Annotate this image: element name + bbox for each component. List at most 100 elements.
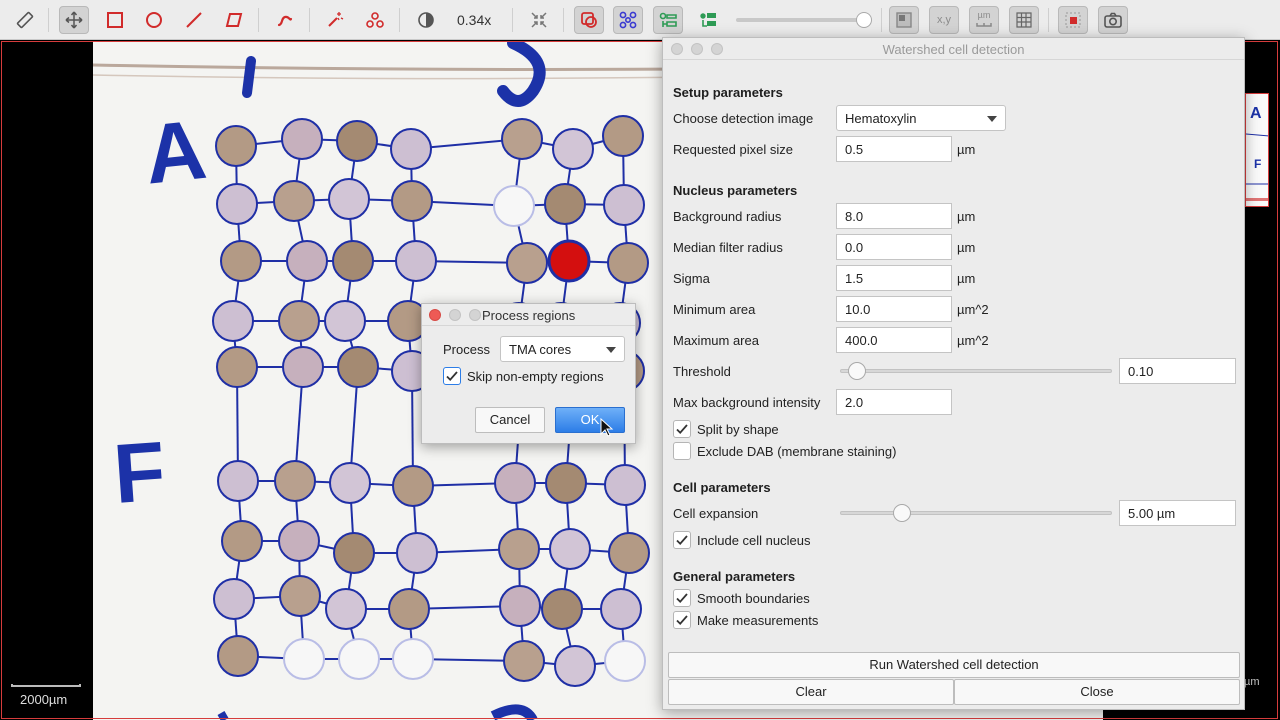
move-tool-icon[interactable] xyxy=(59,6,89,34)
cell-expansion-slider[interactable] xyxy=(840,503,1112,523)
slider-knob[interactable] xyxy=(893,504,911,522)
grid-icon[interactable] xyxy=(1009,6,1039,34)
tma-core[interactable] xyxy=(220,240,262,282)
tma-core[interactable] xyxy=(281,118,323,160)
fill-detections-icon[interactable] xyxy=(693,6,723,34)
tma-core[interactable] xyxy=(216,183,258,225)
ruler-icon[interactable] xyxy=(10,6,40,34)
background-radius-field[interactable]: 8.0 xyxy=(836,203,952,229)
tma-core[interactable] xyxy=(217,635,259,677)
wand-tool-icon[interactable] xyxy=(320,6,350,34)
location-toggle[interactable]: x,y xyxy=(929,6,959,34)
skip-regions-checkbox[interactable] xyxy=(443,367,461,385)
tma-core[interactable] xyxy=(498,528,540,570)
rectangle-tool-icon[interactable] xyxy=(100,6,130,34)
tma-core[interactable] xyxy=(336,120,378,162)
tma-core[interactable] xyxy=(338,638,380,680)
tma-core[interactable] xyxy=(283,638,325,680)
tma-core[interactable] xyxy=(395,240,437,282)
slider-knob[interactable] xyxy=(856,12,872,28)
tma-core[interactable] xyxy=(396,532,438,574)
process-select[interactable]: TMA cores xyxy=(500,336,625,362)
tma-core[interactable] xyxy=(604,464,646,506)
tma-core[interactable] xyxy=(278,300,320,342)
tma-core[interactable] xyxy=(212,300,254,342)
tma-core[interactable] xyxy=(274,460,316,502)
tma-core[interactable] xyxy=(391,180,433,222)
overview-thumbnail[interactable]: A F xyxy=(1245,93,1269,207)
tma-core[interactable] xyxy=(273,180,315,222)
exclude-dab-checkbox[interactable] xyxy=(673,442,691,460)
tma-core[interactable] xyxy=(499,585,541,627)
detection-image-select[interactable]: Hematoxylin xyxy=(836,105,1006,131)
ok-button[interactable]: OK xyxy=(555,407,625,433)
cell-expansion-field[interactable]: 5.00 µm xyxy=(1119,500,1236,526)
tma-core[interactable] xyxy=(221,520,263,562)
make-measurements-checkbox[interactable] xyxy=(673,611,691,629)
tma-core[interactable] xyxy=(216,346,258,388)
tma-core[interactable] xyxy=(506,242,548,284)
sigma-field[interactable]: 1.5 xyxy=(836,265,952,291)
tma-core[interactable] xyxy=(388,588,430,630)
tma-core[interactable] xyxy=(213,578,255,620)
window-zoom-icon[interactable] xyxy=(469,309,481,321)
tma-core[interactable] xyxy=(607,242,649,284)
tma-core[interactable] xyxy=(332,240,374,282)
clear-button[interactable]: Clear xyxy=(668,679,954,705)
zoom-to-fit-icon[interactable] xyxy=(524,6,554,34)
tma-core[interactable] xyxy=(602,115,644,157)
slider-knob[interactable] xyxy=(848,362,866,380)
median-radius-field[interactable]: 0.0 xyxy=(836,234,952,260)
tma-core[interactable] xyxy=(501,118,543,160)
tma-core[interactable] xyxy=(392,465,434,507)
min-area-field[interactable]: 10.0 xyxy=(836,296,952,322)
tma-core[interactable] xyxy=(545,462,587,504)
brush-tool-icon[interactable] xyxy=(270,6,300,34)
tma-core[interactable] xyxy=(544,183,586,225)
tma-core[interactable] xyxy=(390,128,432,170)
dialog-titlebar[interactable]: Watershed cell detection xyxy=(663,38,1244,60)
tma-core[interactable] xyxy=(329,462,371,504)
tma-core[interactable] xyxy=(324,300,366,342)
dialog-titlebar[interactable]: Process regions xyxy=(422,304,635,326)
tma-core[interactable] xyxy=(279,575,321,617)
tma-core[interactable] xyxy=(278,520,320,562)
opacity-slider[interactable] xyxy=(736,12,872,28)
tma-core[interactable] xyxy=(604,640,646,682)
tma-core[interactable] xyxy=(493,185,535,227)
tma-core[interactable] xyxy=(549,528,591,570)
tma-core[interactable] xyxy=(541,588,583,630)
smooth-boundaries-checkbox[interactable] xyxy=(673,589,691,607)
tma-core[interactable] xyxy=(600,588,642,630)
split-shape-checkbox[interactable] xyxy=(673,420,691,438)
tma-core[interactable] xyxy=(392,638,434,680)
tma-core[interactable] xyxy=(286,240,328,282)
selection-mode-icon[interactable] xyxy=(1058,6,1088,34)
tma-core[interactable] xyxy=(603,184,645,226)
line-tool-icon[interactable] xyxy=(179,6,209,34)
max-area-field[interactable]: 400.0 xyxy=(836,327,952,353)
tma-core[interactable] xyxy=(282,346,324,388)
threshold-field[interactable]: 0.10 xyxy=(1119,358,1236,384)
close-button[interactable]: Close xyxy=(954,679,1240,705)
tma-core[interactable] xyxy=(608,532,650,574)
brightness-contrast-icon[interactable] xyxy=(411,6,441,34)
pixel-size-field[interactable]: 0.5 xyxy=(836,136,952,162)
tma-core[interactable] xyxy=(552,128,594,170)
max-background-field[interactable]: 2.0 xyxy=(836,389,952,415)
overview-icon[interactable] xyxy=(889,6,919,34)
window-minimize-icon[interactable] xyxy=(449,309,461,321)
threshold-slider[interactable] xyxy=(840,361,1112,381)
tma-core[interactable] xyxy=(337,346,379,388)
include-nucleus-checkbox[interactable] xyxy=(673,531,691,549)
tma-core[interactable] xyxy=(328,178,370,220)
scalebar-toggle[interactable]: µm xyxy=(969,6,999,34)
tma-core[interactable] xyxy=(217,460,259,502)
tma-core[interactable] xyxy=(503,640,545,682)
show-tma-grid-icon[interactable] xyxy=(613,6,643,34)
tma-core[interactable] xyxy=(325,588,367,630)
tma-core[interactable] xyxy=(494,462,536,504)
camera-icon[interactable] xyxy=(1098,6,1128,34)
points-tool-icon[interactable] xyxy=(360,6,390,34)
tma-core[interactable] xyxy=(333,532,375,574)
